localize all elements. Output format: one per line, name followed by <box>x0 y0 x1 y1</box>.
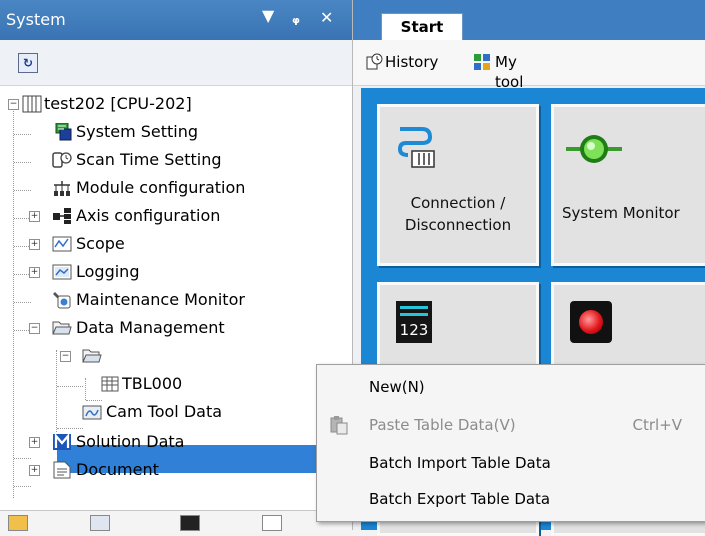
cam-tool-icon <box>82 405 102 420</box>
tree-node-label: Logging <box>76 262 140 281</box>
folder-open-icon <box>52 321 72 335</box>
menu-item-label: Batch Import Table Data <box>369 454 551 472</box>
pin-icon[interactable]: ᵩ <box>292 8 300 27</box>
tree-node-label: test202 [CPU-202] <box>44 94 192 113</box>
tree-node-document[interactable]: + Document <box>0 456 350 484</box>
system-monitor-tile[interactable]: System Monitor <box>551 104 705 266</box>
tree-node-axis-configuration[interactable]: + Axis configuration <box>0 202 350 230</box>
tree-node-module-configuration[interactable]: Module configuration <box>0 174 350 202</box>
menu-item-new[interactable]: New(N) <box>317 369 704 405</box>
dropdown-arrow-icon[interactable]: ▼ <box>262 6 274 25</box>
connection-icon <box>397 127 435 168</box>
expand-toggle[interactable]: + <box>29 465 40 476</box>
menu-item-batch-import[interactable]: Batch Import Table Data <box>317 445 704 481</box>
tree-node-maintenance-monitor[interactable]: Maintenance Monitor <box>0 286 350 314</box>
close-icon[interactable]: ✕ <box>320 8 333 27</box>
refresh-icon[interactable]: ↻ <box>18 53 38 73</box>
tree-node-scope[interactable]: + Scope <box>0 230 350 258</box>
system-tree: − test202 [CPU-202] System Setting Scan … <box>0 88 350 528</box>
tree-node-label: Cam Tool Data <box>106 402 223 421</box>
system-panel: System ▼ ᵩ ✕ ↻ − test202 [CPU-202] Syste… <box>0 0 353 531</box>
tile-label: Disconnection <box>404 216 512 234</box>
tree-node-label: Solution Data <box>76 432 185 451</box>
scope-icon <box>52 236 72 252</box>
tree-node-tbl000[interactable]: TBL000 <box>0 370 350 398</box>
menu-item-label: New(N) <box>369 378 425 396</box>
module-config-icon <box>54 181 70 196</box>
tree-node-label: TBL000 <box>122 374 183 393</box>
menu-item-label: Batch Export Table Data <box>369 490 551 508</box>
tree-node-label: Maintenance Monitor <box>76 290 245 309</box>
maintenance-monitor-icon <box>53 292 71 309</box>
panel-tab-icon[interactable] <box>90 515 110 531</box>
expand-toggle[interactable]: + <box>29 239 40 250</box>
tree-node-root[interactable]: − test202 [CPU-202] <box>0 90 350 118</box>
tree-node-label: Document <box>76 460 159 479</box>
tile-label: Connection / <box>410 194 506 212</box>
paste-icon <box>330 416 348 435</box>
panel-header: System ▼ ᵩ ✕ <box>0 0 352 40</box>
logging-icon <box>52 264 72 280</box>
tree-node-scan-time-setting[interactable]: Scan Time Setting <box>0 146 350 174</box>
red-lamp-icon <box>570 301 612 343</box>
panel-title: System <box>6 10 66 29</box>
panel-tab-icon[interactable] <box>8 515 28 531</box>
display-text: 123 <box>399 321 429 339</box>
tree-node-label: Scan Time Setting <box>76 150 222 169</box>
cpu-rack-icon <box>22 95 42 113</box>
tree-node-solution-data[interactable]: + Solution Data <box>0 428 350 456</box>
menu-item-label: Paste Table Data(V) <box>369 416 516 434</box>
document-tab-bar: Start <box>353 0 705 41</box>
scan-time-icon <box>52 152 72 168</box>
menu-item-shortcut: Ctrl+V <box>632 416 682 434</box>
table-icon <box>101 376 119 392</box>
panel-tab-icon[interactable] <box>262 515 282 531</box>
collapse-toggle[interactable]: − <box>8 99 19 110</box>
panel-tab-icon[interactable] <box>180 515 200 531</box>
numeric-display-icon: 123 <box>396 301 432 343</box>
expand-toggle[interactable]: + <box>29 437 40 448</box>
context-menu: New(N) Paste Table Data(V) Ctrl+V Batch … <box>316 364 705 522</box>
workspace-toolbar: History My tool <box>353 40 705 91</box>
tree-node-logging[interactable]: + Logging <box>0 258 350 286</box>
history-icon <box>366 53 383 70</box>
history-label: History <box>385 53 439 71</box>
tree-node-data-management[interactable]: − Data Management <box>0 314 350 342</box>
tree-node-label: Axis configuration <box>76 206 221 225</box>
tab-start[interactable]: Start <box>381 13 463 41</box>
green-lamp-icon <box>566 135 622 163</box>
axis-config-icon <box>53 208 71 224</box>
collapse-toggle[interactable]: − <box>60 351 71 362</box>
my-tool-icon <box>474 54 490 70</box>
my-tool-label: My tool <box>495 53 524 91</box>
connection-tile[interactable]: Connection / Disconnection <box>377 104 539 266</box>
tile-label: System Monitor <box>562 204 680 222</box>
menu-item-batch-export[interactable]: Batch Export Table Data <box>317 481 704 517</box>
tree-node-label: Scope <box>76 234 125 253</box>
menu-item-paste-table-data[interactable]: Paste Table Data(V) Ctrl+V <box>317 407 704 443</box>
tree-node-label: System Setting <box>76 122 199 141</box>
panel-bottom-tabs <box>0 510 352 531</box>
tree-node-label: Data Management <box>76 318 225 337</box>
panel-toolbar: ↻ <box>0 40 352 86</box>
folder-open-icon <box>82 349 102 363</box>
tree-node-label: Module configuration <box>76 178 246 197</box>
tree-node-cam-tool-data[interactable]: Cam Tool Data <box>0 398 350 426</box>
document-icon <box>53 461 71 479</box>
tree-node-label: Table Data <box>106 343 197 369</box>
collapse-toggle[interactable]: − <box>29 323 40 334</box>
expand-toggle[interactable]: + <box>29 267 40 278</box>
tree-node-system-setting[interactable]: System Setting <box>0 118 350 146</box>
expand-toggle[interactable]: + <box>29 211 40 222</box>
tree-node-table-data[interactable]: − Table Data <box>0 342 350 370</box>
system-setting-icon <box>55 123 72 141</box>
solution-m-icon <box>53 433 71 450</box>
